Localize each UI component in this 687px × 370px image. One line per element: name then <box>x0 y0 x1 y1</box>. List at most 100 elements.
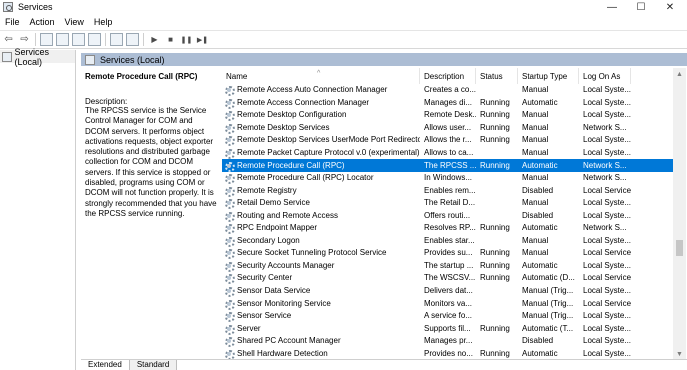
service-startup-type: Automatic <box>522 97 558 107</box>
show-hide-action-pane-icon[interactable] <box>126 33 139 46</box>
service-name: Security Accounts Manager <box>237 260 335 270</box>
table-row[interactable]: Security Accounts Manager The startup ...… <box>222 260 673 273</box>
table-row[interactable]: Server Supports fil... Running Automatic (T… <box>222 322 673 335</box>
service-gear-icon <box>224 198 235 210</box>
service-startup-type: Automatic <box>522 160 558 170</box>
service-name-cell: Sensor Service <box>222 310 420 323</box>
service-name-cell: RPC Endpoint Mapper <box>222 222 420 235</box>
service-log-on-as: Local Syste... <box>583 110 631 120</box>
tab-extended[interactable]: Extended <box>81 360 130 370</box>
service-name: Remote Access Connection Manager <box>237 97 370 107</box>
stop-service-icon[interactable]: ■ <box>164 33 177 46</box>
table-row[interactable]: Sensor Data Service Delivers dat... Manual… <box>222 285 673 298</box>
service-gear-icon <box>224 211 235 222</box>
table-row[interactable]: Routing and Remote Access Offers routi...… <box>222 209 673 222</box>
tab-standard[interactable]: Standard <box>129 360 178 370</box>
table-row[interactable]: Remote Procedure Call (RPC) Locator In Wi… <box>222 172 673 185</box>
export-list-icon[interactable] <box>88 33 101 46</box>
service-gear-icon <box>224 349 235 360</box>
service-name: Security Center <box>237 273 293 283</box>
back-icon[interactable]: ⇦ <box>2 33 15 46</box>
service-status: Running <box>480 323 510 333</box>
service-log-on-as: Local Syste... <box>583 135 631 145</box>
pause-service-icon[interactable]: ❚❚ <box>180 33 193 46</box>
minimize-button[interactable]: — <box>598 0 626 14</box>
service-log-on-as: Local Syste... <box>583 286 631 296</box>
service-startup-type: Manual (Trig... <box>522 286 574 296</box>
table-row[interactable]: Security Center The WSCSV... Running Automa… <box>222 272 673 285</box>
table-row[interactable]: Sensor Service A service fo... Manual (Tri… <box>222 310 673 323</box>
table-row[interactable]: Remote Packet Capture Protocol v.0 (expe… <box>222 147 673 160</box>
service-status: Running <box>480 348 510 358</box>
service-gear-icon <box>224 236 235 247</box>
service-name-cell: Secondary Logon <box>222 235 420 247</box>
table-row[interactable]: Shared PC Account Manager Manages pr... Di… <box>222 335 673 348</box>
column-header-startup-type[interactable]: Startup Type <box>518 68 579 84</box>
service-startup-type: Manual (Trig... <box>522 311 574 321</box>
table-row[interactable]: Retail Demo Service The Retail D... Manual… <box>222 197 673 210</box>
table-row[interactable]: RPC Endpoint Mapper Resolves RP... Running… <box>222 222 673 235</box>
column-header-description[interactable]: Description <box>420 68 476 84</box>
service-log-on-as: Local Syste... <box>583 311 631 321</box>
service-gear-icon <box>224 286 235 298</box>
service-log-on-as: Local Syste... <box>583 210 631 220</box>
column-header-log-on-as[interactable]: Log On As <box>579 68 631 84</box>
service-name: Remote Procedure Call (RPC) <box>237 160 345 170</box>
service-description: Offers routi... <box>424 210 471 220</box>
service-gear-icon <box>224 85 235 97</box>
scroll-thumb[interactable] <box>676 240 683 256</box>
column-header-status[interactable]: Status <box>476 68 518 84</box>
table-row[interactable]: Remote Desktop Services UserMode Port Re… <box>222 134 673 147</box>
table-row[interactable]: Remote Desktop Services Allows user... Run… <box>222 122 673 135</box>
table-row[interactable]: Remote Access Auto Connection Manager Cre… <box>222 84 673 97</box>
service-gear-icon <box>224 135 235 147</box>
service-gear-icon <box>224 98 235 109</box>
service-gear-icon <box>224 123 235 134</box>
service-startup-type: Manual <box>522 135 549 145</box>
service-name-cell: Sensor Monitoring Service <box>222 298 420 310</box>
forward-icon[interactable]: ⇨ <box>18 33 31 46</box>
service-status: Running <box>480 160 510 170</box>
description-text: The RPCSS service is the Service Control… <box>85 106 217 218</box>
column-header-name[interactable]: ^ Name <box>222 68 420 84</box>
menu-view[interactable]: View <box>60 17 89 27</box>
service-name: Secondary Logon <box>237 235 300 245</box>
table-row[interactable]: Remote Procedure Call (RPC) The RPCSS ...… <box>222 159 673 172</box>
menu-help[interactable]: Help <box>89 17 118 27</box>
service-name: Sensor Service <box>237 311 292 321</box>
service-description: Enables star... <box>424 235 475 245</box>
tree-item-services-local[interactable]: Services (Local) <box>0 47 75 67</box>
table-row[interactable]: Secondary Logon Enables star... Manual Loca… <box>222 235 673 248</box>
service-description: In Windows... <box>424 173 473 183</box>
table-row[interactable]: Remote Registry Enables rem... Disabled Loc… <box>222 184 673 197</box>
start-service-icon[interactable]: ▶ <box>148 33 161 46</box>
maximize-button[interactable]: ☐ <box>627 0 655 14</box>
table-row[interactable]: Remote Desktop Configuration Remote Desk.… <box>222 109 673 122</box>
menu-bar: File Action View Help <box>0 15 687 29</box>
restart-service-icon[interactable]: ▶❚ <box>196 33 209 46</box>
service-description: Manages pr... <box>424 336 473 346</box>
menu-file[interactable]: File <box>0 17 25 27</box>
show-hide-console-tree-icon[interactable] <box>40 33 53 46</box>
vertical-scrollbar[interactable]: ▲ ▼ <box>673 68 686 360</box>
table-row[interactable]: Sensor Monitoring Service Monitors va... M… <box>222 297 673 310</box>
properties-icon[interactable] <box>56 33 69 46</box>
refresh-icon[interactable] <box>72 33 85 46</box>
services-icon <box>85 54 95 65</box>
services-icon <box>2 51 12 62</box>
scroll-up-icon[interactable]: ▲ <box>673 68 686 80</box>
service-name-cell: Routing and Remote Access <box>222 210 420 222</box>
description-pane: Remote Procedure Call (RPC) Description:… <box>81 68 221 356</box>
console-tree: Services (Local) <box>0 47 76 370</box>
table-row[interactable]: Remote Access Connection Manager Manages … <box>222 97 673 110</box>
table-row[interactable]: Secure Socket Tunneling Protocol Service… <box>222 247 673 260</box>
service-gear-icon <box>224 248 235 260</box>
close-button[interactable]: ✕ <box>656 0 684 14</box>
services-list: ^ Name Description Status Startup Type L… <box>222 68 673 360</box>
service-gear-icon <box>224 173 235 185</box>
service-description: Allows user... <box>424 122 472 132</box>
service-name-cell: Remote Desktop Configuration <box>222 109 420 122</box>
menu-action[interactable]: Action <box>25 17 60 27</box>
service-startup-type: Manual (Trig... <box>522 298 574 308</box>
help-icon[interactable] <box>110 33 123 46</box>
